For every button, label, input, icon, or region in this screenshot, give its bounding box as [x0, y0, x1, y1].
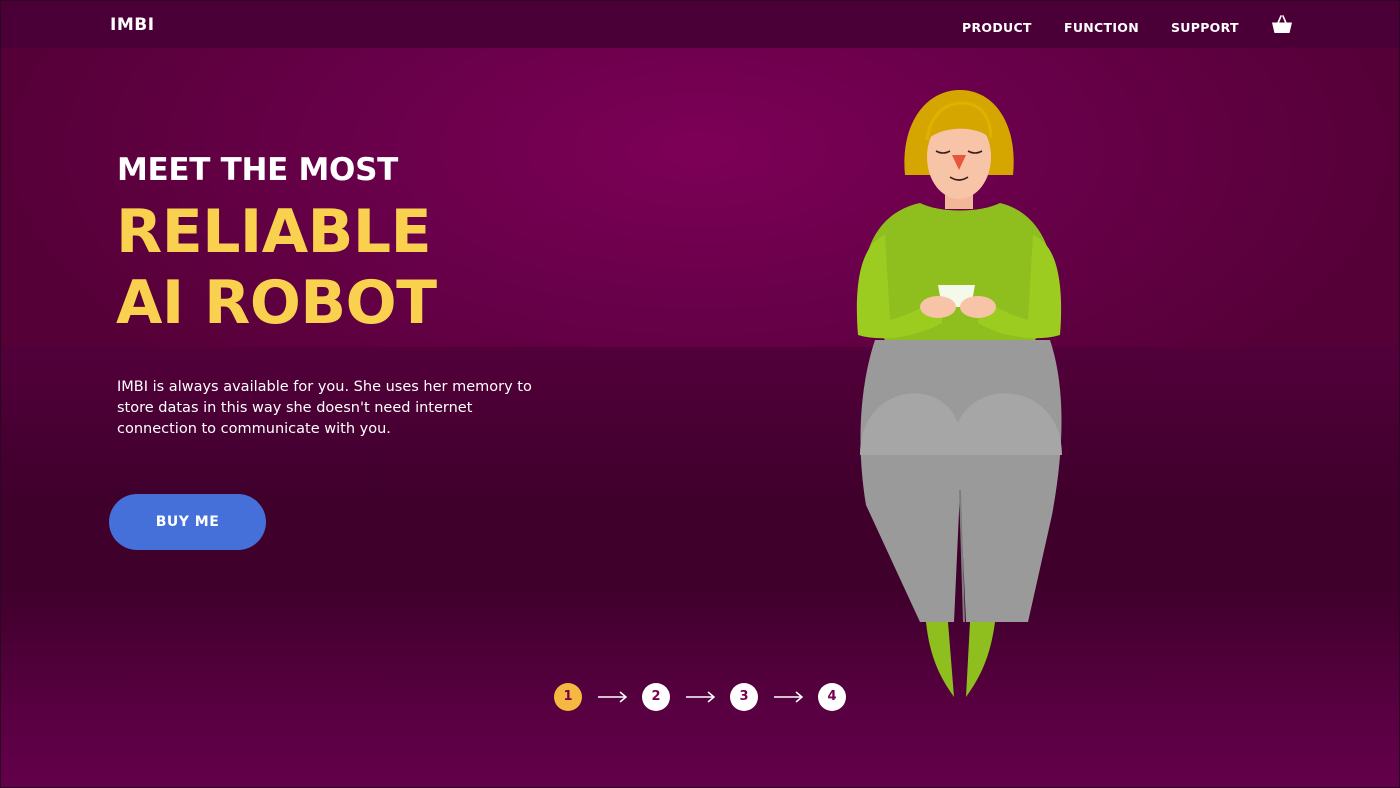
- buy-me-button[interactable]: BUY ME: [109, 494, 266, 550]
- step-1[interactable]: 1: [554, 683, 582, 711]
- top-navigation: IMBI PRODUCT FUNCTION SUPPORT: [0, 0, 1400, 48]
- step-2[interactable]: 2: [642, 683, 670, 711]
- hero-headline-line2: AI ROBOT: [116, 268, 437, 338]
- hero-eyebrow: MEET THE MOST: [117, 152, 398, 188]
- step-4[interactable]: 4: [818, 683, 846, 711]
- nav-link-support[interactable]: SUPPORT: [1171, 20, 1239, 35]
- hero-headline-line1: RELIABLE: [116, 197, 432, 267]
- hero-description: IMBI is always available for you. She us…: [117, 379, 532, 437]
- nav-link-function[interactable]: FUNCTION: [1064, 20, 1139, 35]
- basket-icon[interactable]: [1271, 14, 1293, 36]
- arrow-right-icon: [774, 691, 804, 703]
- brand-logo[interactable]: IMBI: [110, 15, 155, 35]
- robot-woman-illustration: [856, 90, 1062, 697]
- arrow-right-icon: [598, 691, 628, 703]
- arrow-right-icon: [686, 691, 716, 703]
- step-3[interactable]: 3: [730, 683, 758, 711]
- nav-link-product[interactable]: PRODUCT: [962, 20, 1032, 35]
